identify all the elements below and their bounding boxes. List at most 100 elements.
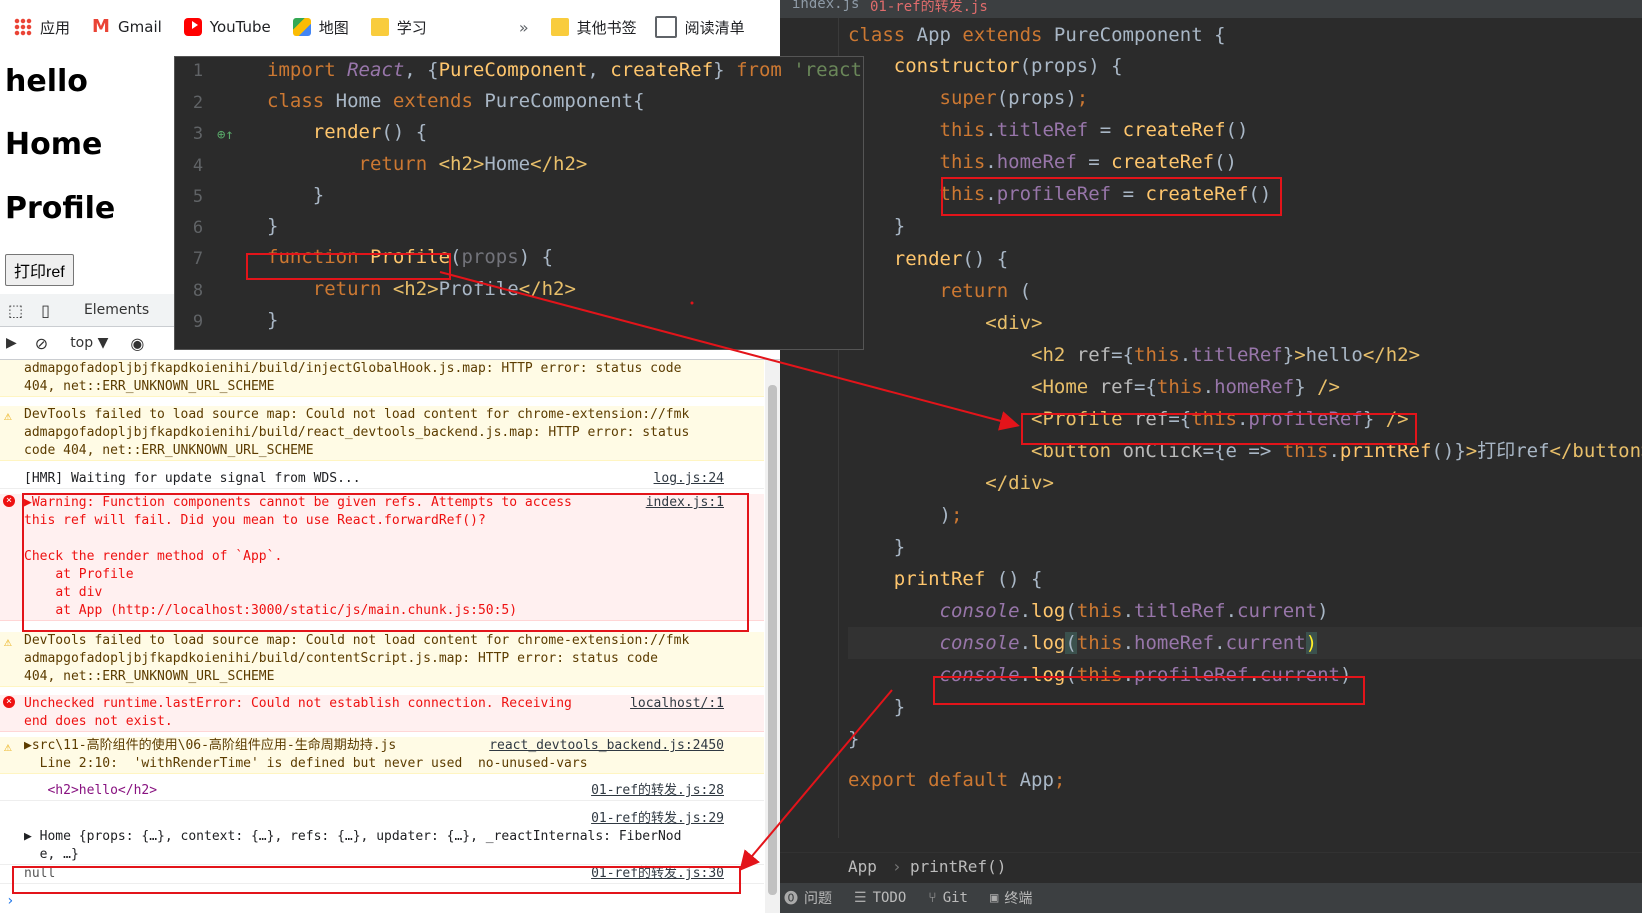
line-number: 2 [192,93,204,113]
tab-index-js[interactable]: index.js [792,0,859,12]
breadcrumb-separator: › [892,857,902,876]
code-line: } [848,696,906,718]
console-message-warn: admapgofadopljbjfkapdkoienihi/build/inje… [0,360,764,397]
code-line: } [267,215,279,237]
console-source-link[interactable]: 01-ref的转发.js:29 [591,810,724,828]
eye-icon[interactable]: ◉ [130,334,144,353]
console-message-info: [HMR] Waiting for update signal from WDS… [0,470,764,489]
code-line: constructor(props) { [893,55,1123,77]
console-messages: admapgofadopljbjfkapdkoienihi/build/inje… [0,360,764,913]
bookmark-youtube[interactable]: YouTube [183,18,271,36]
print-ref-button[interactable]: 打印ref [5,254,74,286]
breadcrumb-method[interactable]: printRef() [910,857,1006,876]
console-text-line: [HMR] Waiting for update signal from WDS… [24,471,361,486]
highlight-profileref-createref [941,177,1282,216]
override-gutter-icon[interactable]: ⊕↑ [217,127,234,143]
apps-grid-icon [14,18,32,36]
error-icon: × [3,495,15,507]
bookmark-folder-other[interactable]: 其他书签 [550,17,637,38]
folder-icon [370,18,389,36]
console-text-line: admapgofadopljbjfkapdkoienihi/build/reac… [24,425,690,440]
sidebar-toggle-icon[interactable]: ▶ [6,335,17,351]
console-prompt[interactable]: › [6,893,14,909]
code-line: super(props); [939,87,1089,109]
line-number: 3 [192,124,204,144]
terminal-icon: ▣ [989,890,999,906]
code-line: export default App; [848,769,1066,791]
reading-list-button[interactable]: 阅读清单 [654,16,745,38]
bookmark-folder-study[interactable]: 学习 [370,17,427,38]
todo-button[interactable]: ☰ TODO [854,890,906,906]
highlight-null-output [12,866,741,894]
code-line: return <h2>Profile</h2> [312,278,576,300]
bookmarks-overflow-button[interactable]: » [519,18,529,37]
code-line: } [848,536,906,558]
maps-icon [292,18,311,36]
line-number: 6 [192,218,204,238]
line-number: 5 [192,187,204,207]
context-selector[interactable]: top ▼ [70,335,108,351]
code-line: class App extends PureComponent { [848,24,1226,46]
bookmark-apps[interactable]: 应用 [14,17,70,38]
line-number: 1 [192,61,204,81]
code-line: this.homeRef = createRef() [939,151,1237,173]
warning-icon: ⚠ [4,409,12,424]
gmail-icon: M [92,16,110,37]
console-source-link[interactable]: 01-ref的转发.js:28 [591,782,724,800]
highlight-forwardref-warning [22,493,749,632]
clear-console-icon[interactable]: ⊘ [35,334,48,353]
tab-ref-forward-js[interactable]: 01-ref的转发.js [870,0,988,16]
console-text-line: end does not exist. [24,714,173,729]
terminal-button[interactable]: ▣ 终端 [990,888,1032,908]
console-text-line: 404, net::ERR_UNKNOWN_URL_SCHEME [24,379,275,394]
bookmark-maps[interactable]: 地图 [292,17,349,38]
highlight-function-profile [246,253,451,280]
tab-elements[interactable]: Elements [84,302,149,318]
git-button[interactable]: ⑂ Git [928,890,968,906]
code-line: return <h2>Home</h2> [358,153,588,175]
problems-button[interactable]: ⓿ 问题 [784,888,832,908]
ide-tab-bar: index.js 01-ref的转发.js [780,0,1642,18]
console-message-err: × Unchecked runtime.lastError: Could not … [0,695,764,732]
code-line: return ( [939,280,1032,302]
console-scrollbar[interactable] [765,360,780,913]
code-line: console.log(this.titleRef.current) [939,600,1329,622]
console-source-link[interactable]: localhost/:1 [630,695,724,713]
code-line: ); [848,504,963,526]
inspect-element-icon[interactable]: ⬚ [8,301,23,320]
heading-hello: hello [5,64,88,99]
highlight-console-log-profileref [933,676,1365,705]
code-line: </div> [985,472,1054,494]
scrollbar-thumb[interactable] [768,385,777,895]
console-text-line: ▶ Home {props: {…}, context: {…}, refs: … [24,829,682,844]
line-number: 8 [192,281,204,301]
code-line: } [267,184,325,206]
console-text-line: code 404, net::ERR_UNKNOWN_URL_SCHEME [24,443,314,458]
console-source-link[interactable]: log.js:24 [653,470,724,488]
console-message-warn: ⚠ ▶src\11-高阶组件的使用\06-高阶组件应用-生命周期劫持.js Lin… [0,737,764,774]
line-number: 7 [192,249,204,269]
code-line: render() { [893,248,1009,270]
ide-breadcrumb: App › printRef() [780,852,1642,883]
code-line: printRef () { [893,568,1043,590]
code-line: } [267,309,279,331]
code-line: class Home extends PureComponent{ [267,90,645,112]
code-line: <h2 ref={this.titleRef}>hello</h2> [1031,344,1421,366]
console-message-warn: ⚠ DevTools failed to load source map: Cou… [0,406,764,461]
code-line: } [848,728,860,750]
console-text-line: Line 2:10: 'withRenderTime' is defined b… [24,756,588,771]
problems-icon: ⓿ [784,891,798,907]
ide-editor: index.js 01-ref的转发.js class App extends … [780,0,1642,913]
line-number: 4 [192,156,204,176]
bookmark-gmail[interactable]: M Gmail [92,16,162,37]
device-toolbar-icon[interactable]: ▯ [41,301,50,320]
console-source-link[interactable]: react_devtools_backend.js:2450 [489,737,724,755]
youtube-icon [183,18,202,36]
console-text-line: Unchecked runtime.lastError: Could not e… [24,696,572,711]
console-message-info: ▶ Home {props: {…}, context: {…}, refs: … [0,810,764,865]
breadcrumb-class[interactable]: App [848,857,877,876]
highlight-profile-ref-jsx [1021,413,1417,445]
todo-icon: ☰ [854,890,867,906]
warning-icon: ⚠ [4,635,12,650]
git-branch-icon: ⑂ [928,890,937,906]
